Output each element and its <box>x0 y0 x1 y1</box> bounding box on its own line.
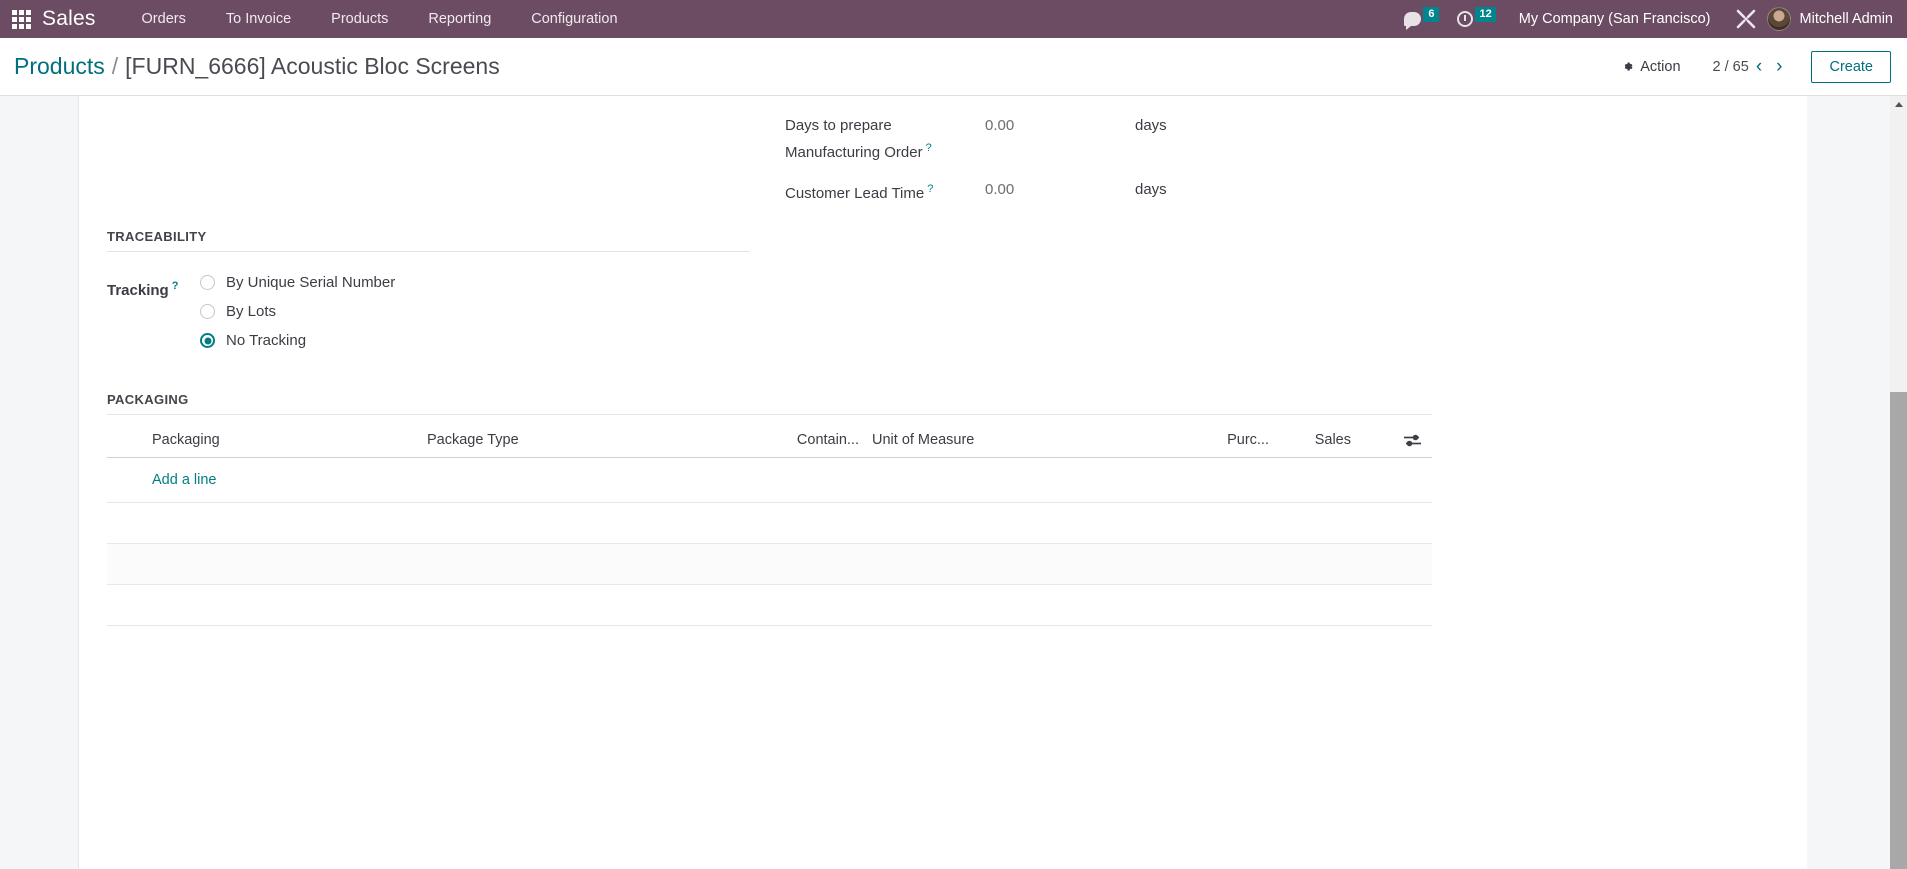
column-header-package-type[interactable]: Package Type <box>427 432 774 448</box>
messages-count-badge: 6 <box>1423 7 1440 22</box>
field-unit-days-to-prepare-mo: days <box>1135 117 1167 134</box>
form-body: Days to prepare Manufacturing Order? 0.0… <box>0 96 1907 869</box>
scrollbar-thumb[interactable] <box>1890 392 1907 869</box>
packaging-table: Packaging Package Type Contain... Unit o… <box>107 432 1432 626</box>
breadcrumb: Products / [FURN_6666] Acoustic Bloc Scr… <box>14 53 500 80</box>
page-title: [FURN_6666] Acoustic Bloc Screens <box>125 53 500 79</box>
clock-icon <box>1457 11 1474 27</box>
field-value-days-to-prepare-mo[interactable]: 0.00 <box>985 114 1135 137</box>
add-a-line-link[interactable]: Add a line <box>152 472 217 488</box>
apps-grid-glyph <box>11 9 31 29</box>
form-sheet: Days to prepare Manufacturing Order? 0.0… <box>78 96 1807 869</box>
pager-counter: 2 / 65 <box>1712 58 1749 75</box>
radio-icon[interactable] <box>200 304 215 319</box>
radio-option-by-lots[interactable]: By Lots <box>200 303 395 320</box>
left-field-column <box>107 114 785 219</box>
tracking-label: Tracking? <box>107 274 200 349</box>
traceability-section: TRACEABILITY Tracking? By Unique Serial … <box>107 229 1771 349</box>
chevron-right-icon[interactable]: › <box>1769 57 1789 76</box>
radio-icon-selected[interactable] <box>200 333 215 348</box>
radio-label: By Unique Serial Number <box>226 274 396 291</box>
app-brand-sales[interactable]: Sales <box>42 7 96 31</box>
field-label-text: Customer Lead Time <box>785 185 925 202</box>
packaging-table-spacer <box>107 503 1432 543</box>
control-panel-right: Action 2 / 65 ‹ › Create <box>1611 50 1891 83</box>
radio-option-no-tracking[interactable]: No Tracking <box>200 332 395 349</box>
form-sheet-inner: Days to prepare Manufacturing Order? 0.0… <box>79 96 1807 626</box>
nav-item-to-invoice[interactable]: To Invoice <box>206 0 311 38</box>
user-menu[interactable]: Mitchell Admin <box>1800 11 1893 27</box>
action-menu-button[interactable]: Action <box>1611 53 1690 81</box>
traceability-section-title: TRACEABILITY <box>107 229 750 252</box>
action-label: Action <box>1640 58 1681 75</box>
scroll-up-arrow-icon[interactable] <box>1890 96 1907 113</box>
right-field-column: Days to prepare Manufacturing Order? 0.0… <box>785 114 1771 219</box>
packaging-section: PACKAGING Packaging Package Type Contain… <box>107 392 1771 626</box>
activities-menu[interactable]: 12 <box>1448 0 1504 38</box>
help-tooltip-icon[interactable]: ? <box>172 280 179 292</box>
radio-label: No Tracking <box>226 332 307 349</box>
help-tooltip-icon[interactable]: ? <box>927 183 933 195</box>
column-header-purchase[interactable]: Purc... <box>1189 432 1269 448</box>
navbar-right-group: 6 12 My Company (San Francisco) Mitchell… <box>1395 0 1907 38</box>
column-header-contained-quantity[interactable]: Contain... <box>774 432 859 448</box>
breadcrumb-separator: / <box>111 53 119 79</box>
company-switcher[interactable]: My Company (San Francisco) <box>1505 11 1725 27</box>
vertical-scrollbar[interactable] <box>1890 96 1907 869</box>
gear-icon <box>1621 60 1634 73</box>
apps-grid-icon[interactable] <box>0 0 42 38</box>
avatar[interactable] <box>1766 7 1791 31</box>
messages-menu[interactable]: 6 <box>1395 0 1448 38</box>
packaging-table-header: Packaging Package Type Contain... Unit o… <box>107 432 1432 458</box>
tools-icon[interactable] <box>1735 8 1757 30</box>
create-button[interactable]: Create <box>1811 50 1891 83</box>
left-gutter <box>0 96 78 869</box>
column-header-sales[interactable]: Sales <box>1269 432 1359 448</box>
tracking-row: Tracking? By Unique Serial Number By Lot… <box>107 274 1771 349</box>
nav-item-configuration[interactable]: Configuration <box>511 0 637 38</box>
tracking-field-group: Tracking? By Unique Serial Number By Lot… <box>107 274 1771 349</box>
sliders-icon <box>1403 433 1422 448</box>
packaging-add-line-row[interactable]: Add a line <box>107 458 1432 503</box>
field-days-to-prepare-mo: Days to prepare Manufacturing Order? 0.0… <box>785 114 1771 164</box>
radio-option-by-unique-serial-number[interactable]: By Unique Serial Number <box>200 274 395 291</box>
breadcrumb-item-products[interactable]: Products <box>14 53 105 80</box>
form-footer-band <box>107 543 1432 585</box>
control-panel: Products / [FURN_6666] Acoustic Bloc Scr… <box>0 38 1907 96</box>
tracking-radio-group: By Unique Serial Number By Lots No Track… <box>200 274 395 349</box>
form-footer-rule <box>107 625 1432 626</box>
column-header-unit-of-measure[interactable]: Unit of Measure <box>859 432 1189 448</box>
field-label-text: Days to prepare Manufacturing Order <box>785 117 923 161</box>
optional-columns-dropdown[interactable] <box>1359 433 1432 448</box>
column-header-packaging[interactable]: Packaging <box>107 432 427 448</box>
radio-label: By Lots <box>226 303 277 320</box>
radio-icon[interactable] <box>200 275 215 290</box>
packaging-section-title: PACKAGING <box>107 392 1432 415</box>
chat-bubble-icon <box>1404 12 1422 30</box>
field-label-customer-lead-time: Customer Lead Time? <box>785 178 985 205</box>
top-navbar: Sales Orders To Invoice Products Reporti… <box>0 0 1907 38</box>
field-label-days-to-prepare-mo: Days to prepare Manufacturing Order? <box>785 114 985 164</box>
top-field-area: Days to prepare Manufacturing Order? 0.0… <box>107 96 1771 219</box>
field-value-customer-lead-time[interactable]: 0.00 <box>985 178 1135 201</box>
nav-item-orders[interactable]: Orders <box>122 0 206 38</box>
nav-item-reporting[interactable]: Reporting <box>408 0 511 38</box>
field-customer-lead-time: Customer Lead Time? 0.00 days <box>785 178 1771 205</box>
activities-count-badge: 12 <box>1475 7 1496 22</box>
help-tooltip-icon[interactable]: ? <box>926 142 932 154</box>
nav-item-products[interactable]: Products <box>311 0 408 38</box>
chevron-left-icon[interactable]: ‹ <box>1749 57 1769 76</box>
tracking-label-text: Tracking <box>107 282 169 299</box>
field-unit-customer-lead-time: days <box>1135 181 1167 198</box>
